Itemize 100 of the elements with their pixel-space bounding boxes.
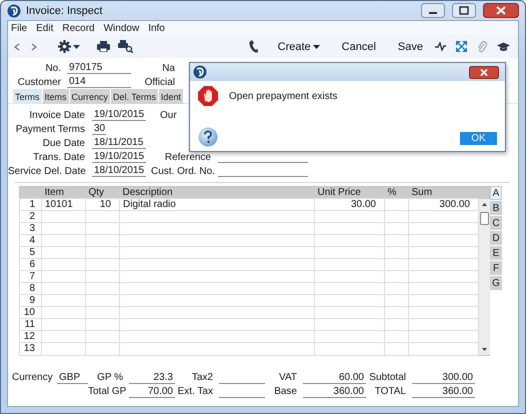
maximize-button[interactable]: [452, 3, 476, 18]
toolbar-button[interactable]: Cancel: [340, 40, 378, 52]
menu-item[interactable]: Edit: [36, 22, 54, 34]
app-logo-icon: [193, 65, 207, 79]
input-field[interactable]: 30: [92, 123, 106, 135]
field-label: Na: [161, 62, 175, 74]
close-button[interactable]: [483, 3, 519, 18]
field-label: Customer: [16, 76, 61, 88]
paperclip-icon[interactable]: [477, 40, 487, 52]
question-icon: [198, 127, 218, 147]
back-icon[interactable]: [13, 42, 21, 52]
zigzag-icon[interactable]: [435, 42, 446, 51]
caret-icon: [312, 44, 320, 48]
column-header: Qty: [86, 186, 120, 198]
side-tab[interactable]: E: [490, 246, 502, 260]
side-tab[interactable]: A: [490, 186, 502, 200]
input-field[interactable]: 23.3: [129, 372, 175, 384]
field-label: GP %: [96, 372, 124, 383]
table-cell: 30.00: [314, 198, 384, 211]
row-number: 7: [20, 270, 42, 283]
ok-button[interactable]: OK: [460, 132, 497, 145]
print-preview-icon[interactable]: [118, 40, 133, 53]
input-field[interactable]: 70.00: [129, 386, 175, 398]
tab[interactable]: Terms: [13, 89, 42, 104]
menu-item[interactable]: Record: [62, 22, 95, 34]
forward-icon[interactable]: [30, 42, 38, 52]
row-number: 1: [20, 198, 42, 211]
row-number: 9: [20, 294, 42, 307]
menu-item[interactable]: File: [11, 22, 28, 34]
menu-item[interactable]: Info: [148, 22, 165, 34]
table-cell: 10101: [42, 198, 86, 211]
field-label: Tax2: [190, 372, 214, 383]
field-label: Trans. Date: [32, 152, 85, 162]
row-number: 10: [20, 306, 42, 319]
side-tab[interactable]: C: [490, 216, 502, 230]
field-label: Subtotal: [368, 372, 407, 383]
side-tab[interactable]: D: [490, 231, 502, 245]
row-number: 2: [20, 210, 42, 223]
input-field[interactable]: 014: [67, 76, 131, 88]
stop-hand-icon: [198, 86, 218, 106]
input-field[interactable]: 60.00: [303, 372, 366, 384]
row-number: 8: [20, 282, 42, 295]
caret-icon: [73, 44, 80, 48]
field-label: Our: [160, 110, 178, 120]
scrollbar[interactable]: [479, 198, 490, 354]
field-label: Service Del. Date: [8, 166, 85, 176]
column-header: Unit Price: [314, 186, 384, 198]
side-tab[interactable]: F: [490, 261, 502, 275]
graduation-cap-icon[interactable]: [497, 42, 510, 52]
input-field[interactable]: 970175: [67, 62, 131, 74]
row-number: 11: [20, 318, 42, 331]
column-header: Sum: [408, 186, 478, 198]
row-number: 5: [20, 246, 42, 259]
minimize-button[interactable]: [421, 3, 445, 18]
field-label: Ext. Tax: [176, 386, 214, 397]
row-number: 3: [20, 222, 42, 235]
input-field[interactable]: 19/10/2015: [92, 151, 146, 163]
row-number: 13: [20, 342, 42, 355]
dialog-message: Open prepayment exists: [229, 90, 338, 102]
field-label: No.: [44, 62, 61, 74]
side-tab[interactable]: B: [490, 201, 502, 215]
tab[interactable]: Items: [42, 89, 69, 104]
field-label: Due Date: [42, 138, 85, 148]
field-label: Payment Terms: [14, 124, 85, 134]
row-number: 6: [20, 258, 42, 271]
tab[interactable]: Del. Terms: [111, 89, 158, 104]
tab[interactable]: Currency: [70, 89, 110, 104]
column-header: Description: [120, 186, 314, 198]
phone-icon[interactable]: [248, 40, 258, 53]
column-header: %: [384, 186, 408, 198]
side-tab[interactable]: G: [490, 276, 502, 290]
window-title: Invoice: Inspect: [26, 4, 102, 16]
settings-button[interactable]: [58, 40, 80, 53]
field-label: Base: [273, 386, 298, 397]
field-label: VAT: [278, 372, 298, 383]
table-cell: 10: [86, 198, 120, 211]
input-field[interactable]: 18/11/2015: [92, 137, 146, 149]
input-field[interactable]: 19/10/2015: [92, 109, 146, 121]
field-label: Reference: [164, 152, 211, 162]
printer-icon[interactable]: [97, 41, 110, 52]
row-number: 4: [20, 234, 42, 247]
input-field[interactable]: 360.00: [412, 386, 475, 398]
input-field[interactable]: 18/10/2015: [92, 165, 146, 177]
field-label: Official: [144, 76, 175, 88]
row-number: 12: [20, 330, 42, 343]
input-field[interactable]: 300.00: [412, 372, 475, 384]
menu-item[interactable]: Window: [104, 22, 140, 34]
expand-icon[interactable]: [456, 41, 467, 52]
tab[interactable]: Ident: [158, 89, 183, 104]
field-label: Invoice Date: [28, 110, 85, 120]
settings-icon: [58, 40, 71, 53]
create-dropdown[interactable]: Create: [276, 40, 322, 52]
table-cell: Digital radio: [120, 198, 314, 211]
toolbar-button[interactable]: Save: [396, 40, 425, 52]
field-label: Currency: [12, 372, 54, 383]
close-button[interactable]: [469, 66, 499, 78]
input-field[interactable]: 360.00: [303, 386, 366, 398]
field-label: TOTAL: [374, 386, 407, 397]
column-header: Item: [42, 186, 86, 198]
input-field[interactable]: GBP: [57, 372, 88, 384]
